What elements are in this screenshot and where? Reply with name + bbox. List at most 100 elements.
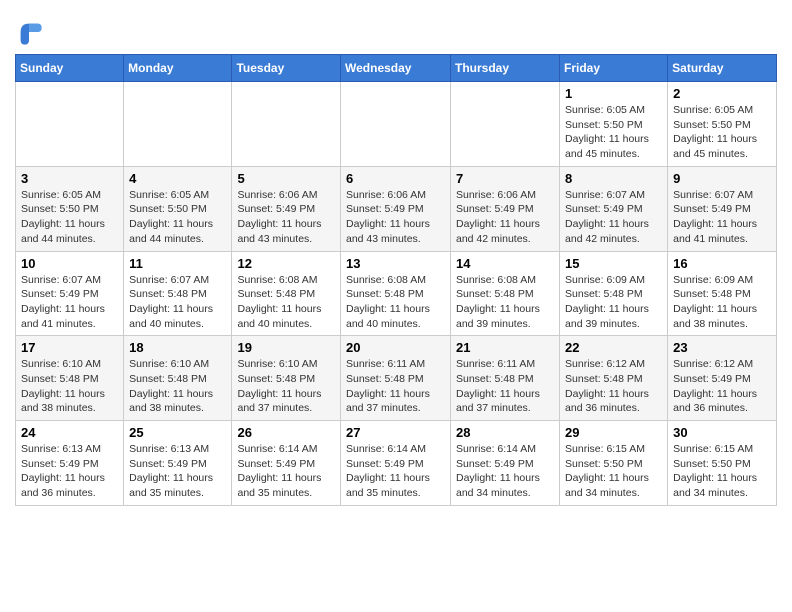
- calendar-cell: 9 Sunrise: 6:07 AM Sunset: 5:49 PM Daylig…: [668, 166, 777, 251]
- day-number: 12: [237, 256, 335, 271]
- calendar-cell: 4 Sunrise: 6:05 AM Sunset: 5:50 PM Daylig…: [124, 166, 232, 251]
- calendar-week-3: 10 Sunrise: 6:07 AM Sunset: 5:49 PM Dayli…: [16, 251, 777, 336]
- calendar-cell: 18 Sunrise: 6:10 AM Sunset: 5:48 PM Dayli…: [124, 336, 232, 421]
- calendar-cell: 30 Sunrise: 6:15 AM Sunset: 5:50 PM Dayli…: [668, 421, 777, 506]
- day-info: Sunrise: 6:12 AM Sunset: 5:48 PM Dayligh…: [565, 357, 662, 416]
- day-number: 4: [129, 171, 226, 186]
- calendar-cell: [124, 82, 232, 167]
- calendar-cell: 15 Sunrise: 6:09 AM Sunset: 5:48 PM Dayli…: [560, 251, 668, 336]
- day-number: 8: [565, 171, 662, 186]
- day-info: Sunrise: 6:05 AM Sunset: 5:50 PM Dayligh…: [565, 103, 662, 162]
- day-info: Sunrise: 6:08 AM Sunset: 5:48 PM Dayligh…: [346, 273, 445, 332]
- day-number: 20: [346, 340, 445, 355]
- calendar-cell: 19Sunrise: 6:10 AM Sunset: 5:48 PM Dayli…: [232, 336, 341, 421]
- calendar-cell: 20 Sunrise: 6:11 AM Sunset: 5:48 PM Dayli…: [341, 336, 451, 421]
- col-header-friday: Friday: [560, 55, 668, 82]
- calendar-cell: 6 Sunrise: 6:06 AM Sunset: 5:49 PM Daylig…: [341, 166, 451, 251]
- calendar-cell: [232, 82, 341, 167]
- calendar-cell: 28 Sunrise: 6:14 AM Sunset: 5:49 PM Dayli…: [451, 421, 560, 506]
- day-number: 10: [21, 256, 118, 271]
- col-header-thursday: Thursday: [451, 55, 560, 82]
- calendar-cell: 2 Sunrise: 6:05 AM Sunset: 5:50 PM Daylig…: [668, 82, 777, 167]
- calendar-cell: 1 Sunrise: 6:05 AM Sunset: 5:50 PM Daylig…: [560, 82, 668, 167]
- day-number: 16: [673, 256, 771, 271]
- day-info: Sunrise: 6:11 AM Sunset: 5:48 PM Dayligh…: [456, 357, 554, 416]
- day-number: 19: [237, 340, 335, 355]
- calendar-cell: 17 Sunrise: 6:10 AM Sunset: 5:48 PM Dayli…: [16, 336, 124, 421]
- day-number: 18: [129, 340, 226, 355]
- day-info: Sunrise: 6:05 AM Sunset: 5:50 PM Dayligh…: [129, 188, 226, 247]
- day-number: 5: [237, 171, 335, 186]
- calendar-cell: 8 Sunrise: 6:07 AM Sunset: 5:49 PM Daylig…: [560, 166, 668, 251]
- calendar-cell: 5 Sunrise: 6:06 AM Sunset: 5:49 PM Daylig…: [232, 166, 341, 251]
- calendar-cell: 23 Sunrise: 6:12 AM Sunset: 5:49 PM Dayli…: [668, 336, 777, 421]
- day-number: 25: [129, 425, 226, 440]
- day-info: Sunrise: 6:12 AM Sunset: 5:49 PM Dayligh…: [673, 357, 771, 416]
- day-info: Sunrise: 6:06 AM Sunset: 5:49 PM Dayligh…: [237, 188, 335, 247]
- calendar-cell: 13 Sunrise: 6:08 AM Sunset: 5:48 PM Dayli…: [341, 251, 451, 336]
- day-info: Sunrise: 6:10 AM Sunset: 5:48 PM Dayligh…: [21, 357, 118, 416]
- day-info: Sunrise: 6:15 AM Sunset: 5:50 PM Dayligh…: [565, 442, 662, 501]
- calendar-cell: 29 Sunrise: 6:15 AM Sunset: 5:50 PM Dayli…: [560, 421, 668, 506]
- col-header-monday: Monday: [124, 55, 232, 82]
- day-number: 6: [346, 171, 445, 186]
- calendar-cell: 16 Sunrise: 6:09 AM Sunset: 5:48 PM Dayli…: [668, 251, 777, 336]
- calendar-cell: 25Sunrise: 6:13 AM Sunset: 5:49 PM Dayli…: [124, 421, 232, 506]
- calendar-week-2: 3 Sunrise: 6:05 AM Sunset: 5:50 PM Daylig…: [16, 166, 777, 251]
- day-info: Sunrise: 6:07 AM Sunset: 5:49 PM Dayligh…: [673, 188, 771, 247]
- calendar-cell: 10 Sunrise: 6:07 AM Sunset: 5:49 PM Dayli…: [16, 251, 124, 336]
- col-header-saturday: Saturday: [668, 55, 777, 82]
- day-number: 24: [21, 425, 118, 440]
- day-number: 30: [673, 425, 771, 440]
- calendar-week-5: 24Sunrise: 6:13 AM Sunset: 5:49 PM Dayli…: [16, 421, 777, 506]
- logo: [15, 16, 47, 46]
- day-info: Sunrise: 6:07 AM Sunset: 5:49 PM Dayligh…: [565, 188, 662, 247]
- calendar-cell: 7 Sunrise: 6:06 AM Sunset: 5:49 PM Daylig…: [451, 166, 560, 251]
- day-number: 13: [346, 256, 445, 271]
- day-number: 14: [456, 256, 554, 271]
- calendar-table: SundayMondayTuesdayWednesdayThursdayFrid…: [15, 54, 777, 506]
- day-info: Sunrise: 6:14 AM Sunset: 5:49 PM Dayligh…: [346, 442, 445, 501]
- day-info: Sunrise: 6:14 AM Sunset: 5:49 PM Dayligh…: [237, 442, 335, 501]
- day-number: 17: [21, 340, 118, 355]
- page-header: [15, 10, 777, 46]
- day-number: 7: [456, 171, 554, 186]
- calendar-header-row: SundayMondayTuesdayWednesdayThursdayFrid…: [16, 55, 777, 82]
- day-number: 23: [673, 340, 771, 355]
- calendar-cell: 11Sunrise: 6:07 AM Sunset: 5:48 PM Dayli…: [124, 251, 232, 336]
- day-info: Sunrise: 6:07 AM Sunset: 5:48 PM Dayligh…: [129, 273, 226, 332]
- day-number: 1: [565, 86, 662, 101]
- day-info: Sunrise: 6:10 AM Sunset: 5:48 PM Dayligh…: [129, 357, 226, 416]
- day-info: Sunrise: 6:08 AM Sunset: 5:48 PM Dayligh…: [456, 273, 554, 332]
- day-info: Sunrise: 6:08 AM Sunset: 5:48 PM Dayligh…: [237, 273, 335, 332]
- calendar-cell: 12 Sunrise: 6:08 AM Sunset: 5:48 PM Dayli…: [232, 251, 341, 336]
- calendar-cell: 24Sunrise: 6:13 AM Sunset: 5:49 PM Dayli…: [16, 421, 124, 506]
- calendar-cell: 3 Sunrise: 6:05 AM Sunset: 5:50 PM Daylig…: [16, 166, 124, 251]
- calendar-cell: 14 Sunrise: 6:08 AM Sunset: 5:48 PM Dayli…: [451, 251, 560, 336]
- day-info: Sunrise: 6:06 AM Sunset: 5:49 PM Dayligh…: [456, 188, 554, 247]
- day-info: Sunrise: 6:07 AM Sunset: 5:49 PM Dayligh…: [21, 273, 118, 332]
- day-number: 2: [673, 86, 771, 101]
- day-number: 9: [673, 171, 771, 186]
- day-number: 15: [565, 256, 662, 271]
- calendar-cell: [341, 82, 451, 167]
- day-info: Sunrise: 6:14 AM Sunset: 5:49 PM Dayligh…: [456, 442, 554, 501]
- day-info: Sunrise: 6:09 AM Sunset: 5:48 PM Dayligh…: [673, 273, 771, 332]
- col-header-wednesday: Wednesday: [341, 55, 451, 82]
- col-header-tuesday: Tuesday: [232, 55, 341, 82]
- day-info: Sunrise: 6:05 AM Sunset: 5:50 PM Dayligh…: [21, 188, 118, 247]
- day-number: 29: [565, 425, 662, 440]
- day-number: 28: [456, 425, 554, 440]
- day-number: 26: [237, 425, 335, 440]
- day-info: Sunrise: 6:15 AM Sunset: 5:50 PM Dayligh…: [673, 442, 771, 501]
- day-info: Sunrise: 6:11 AM Sunset: 5:48 PM Dayligh…: [346, 357, 445, 416]
- calendar-cell: 21Sunrise: 6:11 AM Sunset: 5:48 PM Dayli…: [451, 336, 560, 421]
- day-number: 22: [565, 340, 662, 355]
- calendar-cell: [451, 82, 560, 167]
- day-info: Sunrise: 6:09 AM Sunset: 5:48 PM Dayligh…: [565, 273, 662, 332]
- day-info: Sunrise: 6:05 AM Sunset: 5:50 PM Dayligh…: [673, 103, 771, 162]
- calendar-cell: [16, 82, 124, 167]
- day-info: Sunrise: 6:06 AM Sunset: 5:49 PM Dayligh…: [346, 188, 445, 247]
- day-number: 3: [21, 171, 118, 186]
- calendar-week-1: 1 Sunrise: 6:05 AM Sunset: 5:50 PM Daylig…: [16, 82, 777, 167]
